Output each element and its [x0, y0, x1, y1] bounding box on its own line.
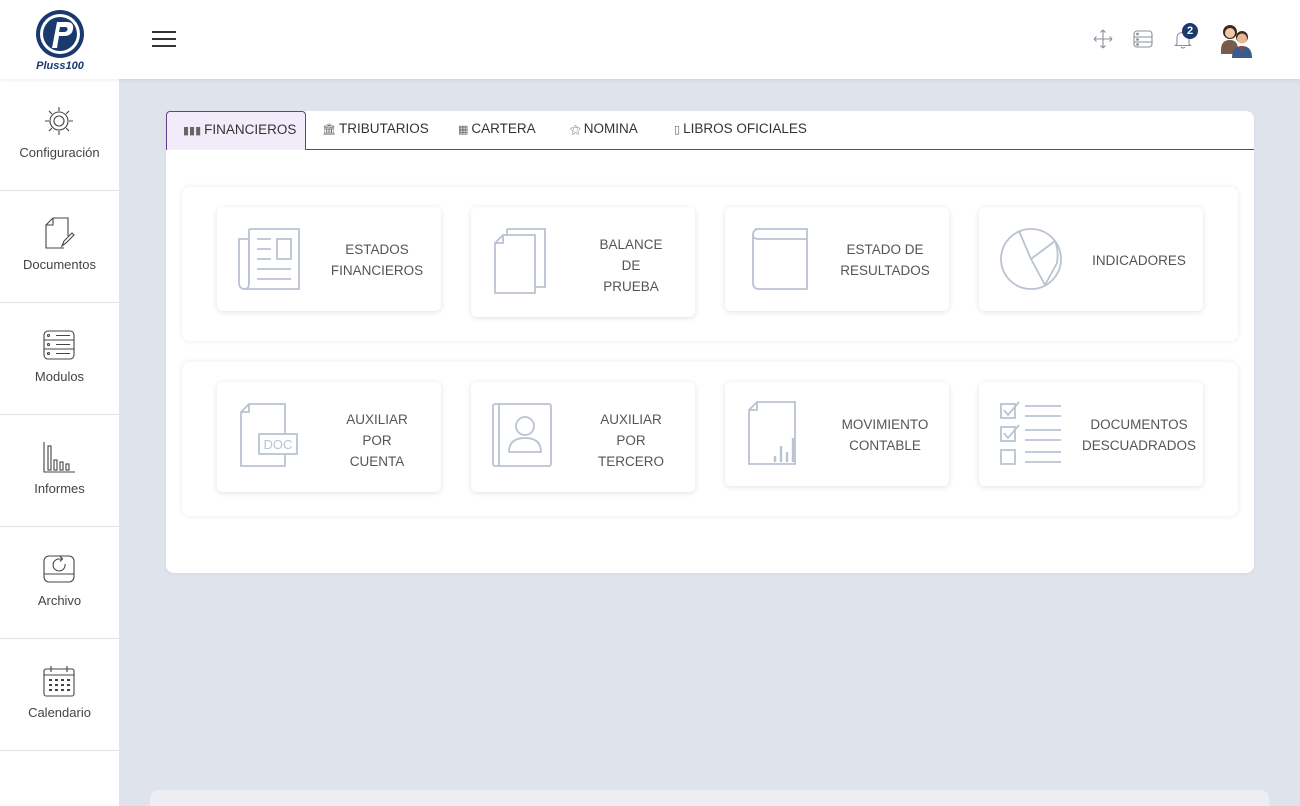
logo-text: Pluss100	[36, 60, 85, 72]
newspaper-icon	[238, 228, 300, 290]
tab-label: CARTERA	[471, 121, 536, 136]
sidebar-item-label: Configuración	[19, 145, 100, 160]
card-label: BALANCE DE PRUEBA	[599, 237, 663, 294]
doc-file-icon: DOC	[240, 403, 298, 467]
sidebar-item-label: Documentos	[23, 257, 96, 272]
copy-icon	[494, 228, 546, 294]
card-label: INDICADORES	[1092, 253, 1186, 268]
checklist-icon	[1000, 401, 1061, 465]
menu-icon[interactable]	[152, 30, 176, 48]
footer-bar	[150, 790, 1269, 806]
pie-chart-icon	[1000, 228, 1062, 290]
tab-financieros[interactable]: ▮▮▮ FINANCIEROS	[166, 111, 306, 150]
tab-label: NOMINA	[583, 121, 638, 136]
contact-icon	[492, 403, 552, 467]
sidebar-item-configuracion[interactable]: Configuración	[0, 79, 119, 191]
document-edit-icon	[45, 217, 75, 249]
reports-panel: ▮▮▮ FINANCIEROS 🏛 TRIBUTARIOS ▦ CARTERA ⚝ NO…	[166, 111, 1254, 573]
file-chart-icon	[748, 401, 796, 465]
sidebar-item-label: Informes	[34, 481, 85, 496]
tab-libros-oficiales[interactable]: ▯ LIBROS OFICIALES	[674, 111, 807, 150]
server-stack-icon	[43, 330, 75, 360]
card-indicadores[interactable]: INDICADORES	[979, 207, 1203, 311]
sidebar-item-informes[interactable]: Informes	[0, 415, 119, 527]
cards-row-1: ESTADOS FINANCIEROS BALANCE DE PRUEBA ES…	[182, 187, 1238, 341]
tab-nomina[interactable]: ⚝ NOMINA	[570, 111, 638, 150]
card-balance-de-prueba[interactable]: BALANCE DE PRUEBA	[471, 207, 695, 317]
tab-label: TRIBUTARIOS	[338, 121, 429, 136]
card-estados-financieros[interactable]: ESTADOS FINANCIEROS	[217, 207, 441, 311]
gear-icon	[45, 107, 73, 135]
cards-row-2: DOC AUXILIAR POR CUENTA AUXILIAR POR TER…	[182, 362, 1238, 516]
money-icon: ▦	[458, 124, 469, 136]
card-label: AUXILIAR POR TERCERO	[597, 412, 664, 469]
card-estado-de-resultados[interactable]: ESTADO DE RESULTADOS	[725, 207, 949, 311]
tab-label: LIBROS OFICIALES	[683, 121, 807, 136]
top-header: Pluss100 2	[0, 0, 1300, 79]
bar-chart-icon	[43, 442, 75, 473]
card-documentos-descuadrados[interactable]: DOCUMENTOS DESCUADRADOS	[979, 382, 1203, 486]
report-tabs: ▮▮▮ FINANCIEROS 🏛 TRIBUTARIOS ▦ CARTERA ⚝ NO…	[166, 111, 1254, 150]
archive-icon	[43, 555, 75, 583]
card-label: MOVIMIENTO CONTABLE	[841, 417, 929, 453]
card-label: ESTADOS FINANCIEROS	[330, 242, 424, 278]
calendar-icon	[43, 666, 75, 697]
bank-icon: 🏛	[322, 124, 336, 136]
sidebar-item-label: Calendario	[28, 705, 91, 720]
logo-icon[interactable]: Pluss100	[28, 8, 92, 72]
sidebar-item-label: Archivo	[37, 593, 82, 608]
notification-badge: 2	[1182, 23, 1198, 39]
sidebar: Configuración Documentos Modulos Informe…	[0, 79, 119, 806]
server-icon[interactable]	[1132, 28, 1154, 50]
book-icon: ▯	[674, 124, 681, 136]
sidebar-item-label: Modulos	[34, 369, 85, 384]
bar-chart-icon: ▮▮▮	[183, 125, 202, 137]
sidebar-item-archivo[interactable]: Archivo	[0, 527, 119, 639]
card-label: DOCUMENTOS DESCUADRADOS	[1081, 417, 1197, 453]
card-movimiento-contable[interactable]: MOVIMIENTO CONTABLE	[725, 382, 949, 486]
tab-cartera[interactable]: ▦ CARTERA	[458, 111, 536, 150]
fullscreen-icon[interactable]	[1092, 28, 1114, 50]
card-label: AUXILIAR POR CUENTA	[346, 412, 408, 469]
book-icon	[752, 228, 808, 290]
sidebar-item-documentos[interactable]: Documentos	[0, 191, 119, 303]
sidebar-item-calendario[interactable]: Calendario	[0, 639, 119, 751]
person-icon: ⚝	[570, 124, 581, 136]
card-label: ESTADO DE RESULTADOS	[840, 242, 930, 278]
avatar[interactable]	[1217, 20, 1255, 58]
sidebar-item-modulos[interactable]: Modulos	[0, 303, 119, 415]
card-auxiliar-por-tercero[interactable]: AUXILIAR POR TERCERO	[471, 382, 695, 492]
card-auxiliar-por-cuenta[interactable]: DOC AUXILIAR POR CUENTA	[217, 382, 441, 492]
tab-label: FINANCIEROS	[204, 122, 297, 137]
doc-icon-text: DOC	[264, 437, 293, 452]
tab-tributarios[interactable]: 🏛 TRIBUTARIOS	[322, 111, 429, 150]
